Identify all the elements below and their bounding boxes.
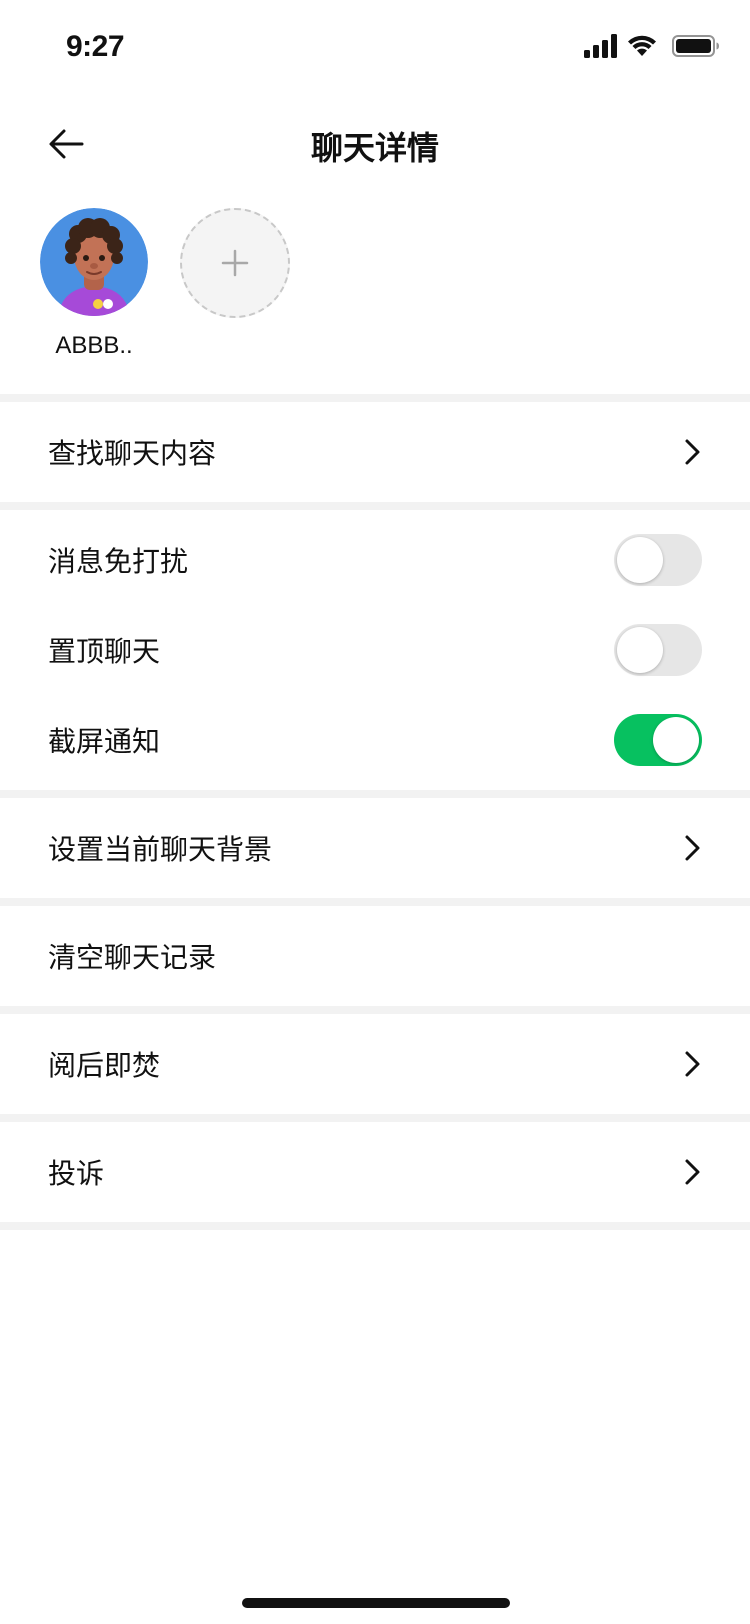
clear-chat-history-row[interactable]: 清空聊天记录	[0, 906, 750, 1006]
pin-chat-toggle[interactable]	[614, 624, 702, 676]
battery-icon	[672, 35, 719, 57]
section-divider	[0, 790, 750, 798]
section-divider	[0, 1222, 750, 1230]
set-chat-background-label: 设置当前聊天背景	[48, 833, 273, 866]
status-bar: 9:27	[0, 0, 750, 96]
plus-icon	[221, 249, 249, 277]
pin-chat-label: 置顶聊天	[48, 635, 161, 668]
report-row[interactable]: 投诉	[0, 1122, 750, 1222]
home-indicator	[242, 1598, 510, 1608]
chevron-right-icon	[685, 439, 700, 465]
mute-notifications-toggle[interactable]	[614, 534, 702, 586]
status-time: 9:27	[66, 30, 125, 63]
section-divider	[0, 898, 750, 906]
clear-chat-history-label: 清空聊天记录	[48, 941, 217, 974]
mute-notifications-row: 消息免打扰	[0, 515, 750, 605]
chevron-right-icon	[685, 835, 700, 861]
chevron-right-icon	[685, 1159, 700, 1185]
avatar-image	[40, 208, 148, 316]
member-name: ABBB..	[55, 332, 133, 359]
section-divider	[0, 1006, 750, 1014]
member-list: ABBB..	[0, 194, 750, 394]
burn-after-reading-row[interactable]: 阅后即焚	[0, 1014, 750, 1114]
toggle-knob	[617, 537, 663, 583]
section-divider	[0, 502, 750, 510]
screenshot-notification-row: 截屏通知	[0, 695, 750, 785]
section-divider	[0, 394, 750, 402]
screenshot-notification-toggle[interactable]	[614, 714, 702, 766]
find-chat-content-row[interactable]: 查找聊天内容	[0, 402, 750, 502]
screenshot-notification-label: 截屏通知	[48, 725, 161, 758]
signal-icon	[584, 34, 617, 58]
pin-chat-row: 置顶聊天	[0, 605, 750, 695]
chevron-right-icon	[685, 1051, 700, 1077]
burn-after-reading-label: 阅后即焚	[48, 1049, 161, 1082]
section-divider	[0, 1114, 750, 1122]
member-item[interactable]: ABBB..	[39, 208, 149, 360]
find-chat-content-label: 查找聊天内容	[48, 437, 217, 470]
avatar[interactable]	[40, 208, 148, 316]
nav-bar: 聊天详情	[0, 96, 750, 194]
wifi-icon	[628, 35, 656, 56]
page-title: 聊天详情	[310, 129, 439, 167]
set-chat-background-row[interactable]: 设置当前聊天背景	[0, 798, 750, 898]
toggle-knob	[653, 717, 699, 763]
mute-notifications-label: 消息免打扰	[48, 545, 189, 578]
report-label: 投诉	[48, 1157, 105, 1190]
chat-details-page: 9:27 聊天详情 ABBB.. 查找聊天内容 消息免打扰 置顶聊天 截屏通知 …	[0, 0, 750, 1624]
toggle-knob	[617, 627, 663, 673]
add-member-button[interactable]	[180, 208, 290, 318]
